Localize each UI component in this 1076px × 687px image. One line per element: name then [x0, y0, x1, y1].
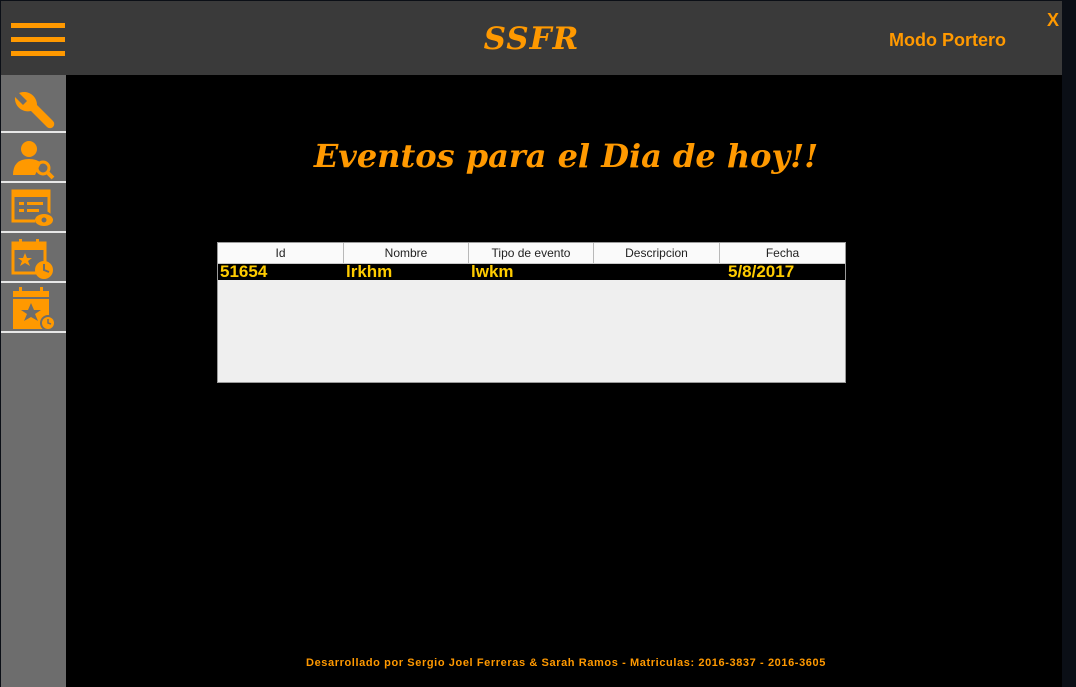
cell-descripcion: [594, 262, 720, 280]
events-table[interactable]: Id Nombre Tipo de evento Descripcion Fec…: [217, 242, 846, 383]
column-header-tipo[interactable]: Tipo de evento: [469, 243, 594, 263]
sidebar-item-calendar-events[interactable]: [1, 233, 66, 283]
column-header-descripcion[interactable]: Descripcion: [594, 243, 720, 263]
wrench-icon: [14, 92, 55, 129]
cell-nombre: lrkhm: [346, 262, 393, 280]
table-header: Id Nombre Tipo de evento Descripcion Fec…: [218, 243, 845, 264]
footer-credits: Desarrollado por Sergio Joel Ferreras & …: [306, 657, 826, 669]
table-row[interactable]: 51654 lrkhm lwkm 5/8/2017: [218, 262, 845, 280]
sidebar-item-user-search[interactable]: [1, 133, 66, 183]
column-header-id[interactable]: Id: [218, 243, 344, 263]
page-heading: Eventos para el Dia de hoy!!: [313, 137, 819, 175]
close-button[interactable]: X: [1047, 10, 1059, 31]
sidebar-item-view-list[interactable]: [1, 183, 66, 233]
calendar-star-clock-icon: [13, 287, 56, 331]
cell-id: 51654: [220, 262, 268, 280]
sidebar-item-calendar-star[interactable]: [1, 283, 66, 333]
mode-label: Modo Portero: [889, 30, 1006, 50]
top-bar: SSFR Modo Portero: [1, 1, 1062, 75]
cell-tipo: lwkm: [471, 262, 514, 280]
list-view-icon: [11, 189, 53, 229]
calendar-clock-icon: [11, 239, 53, 279]
sidebar: [1, 75, 66, 687]
column-header-fecha[interactable]: Fecha: [720, 243, 845, 263]
column-header-nombre[interactable]: Nombre: [344, 243, 469, 263]
app-window: SSFR Modo Portero X Eventos para el Dia …: [1, 1, 1062, 687]
sidebar-item-settings[interactable]: [1, 83, 66, 133]
user-search-icon: [13, 141, 55, 180]
cell-fecha: 5/8/2017: [728, 262, 795, 280]
